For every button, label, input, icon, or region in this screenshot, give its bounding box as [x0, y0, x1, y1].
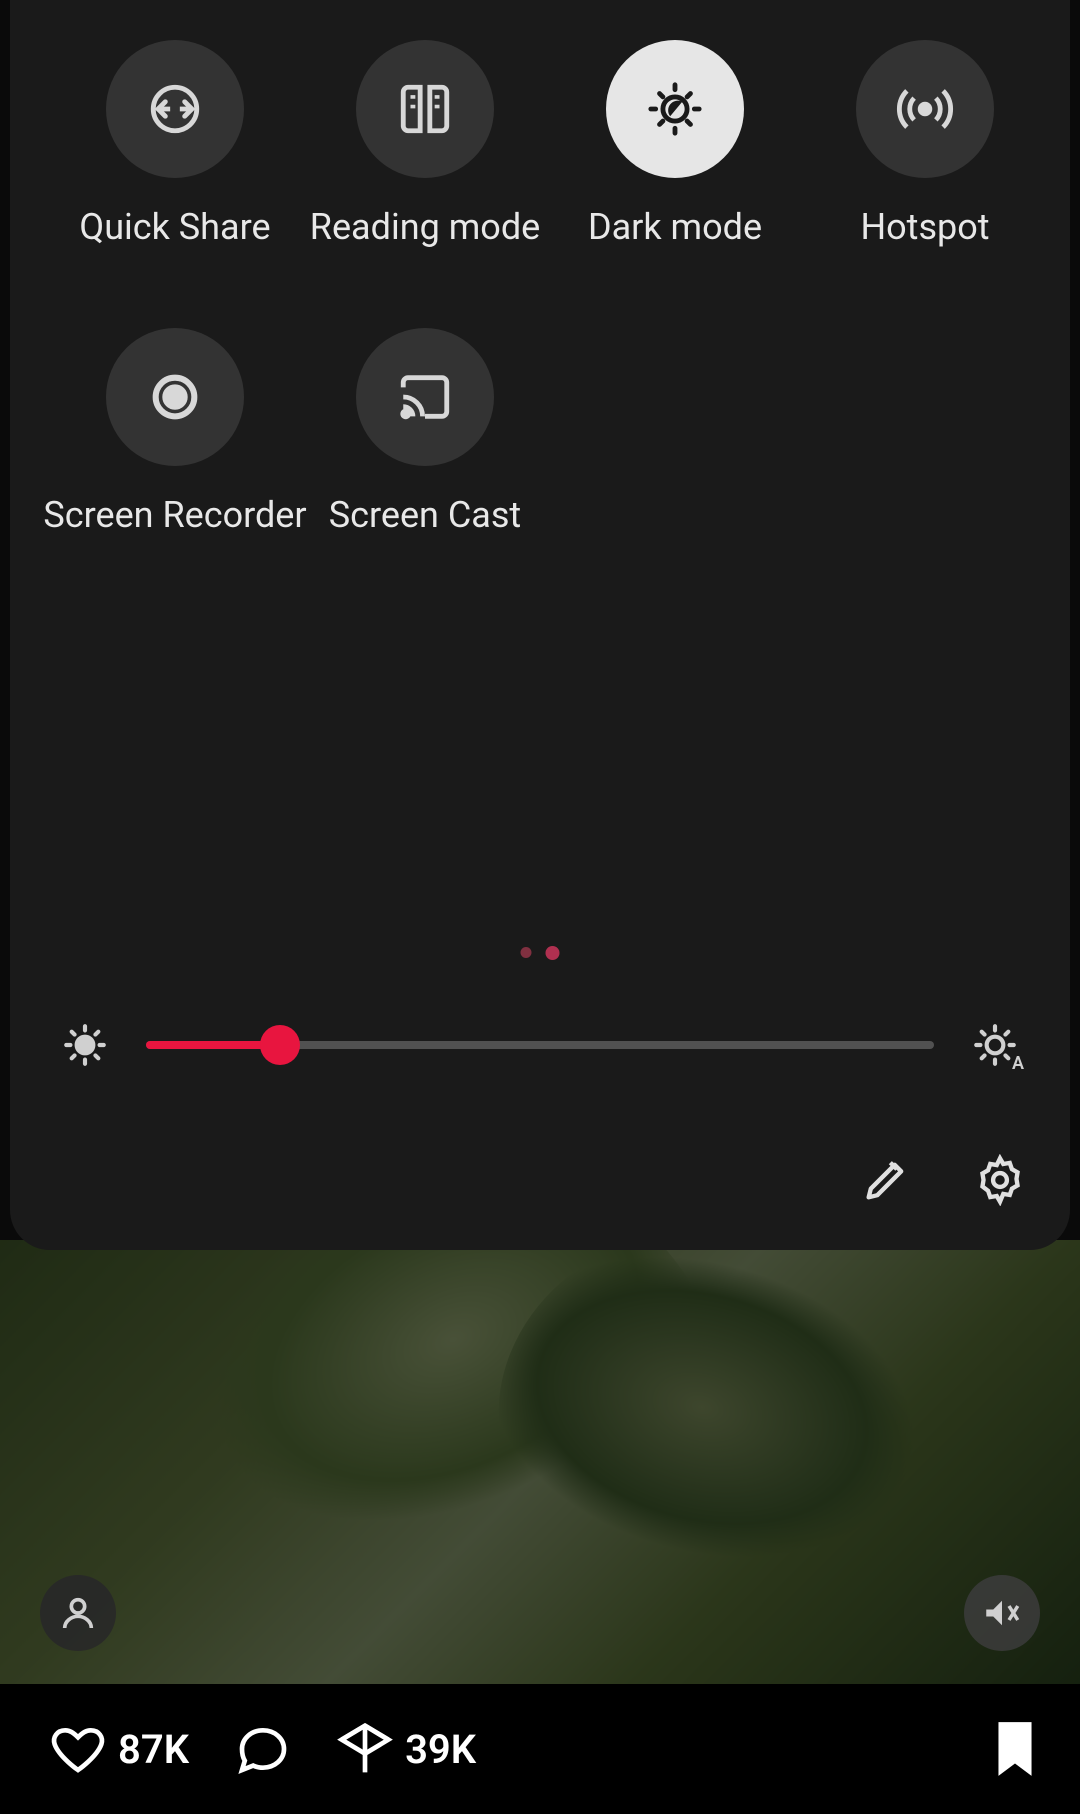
heart-icon: [50, 1721, 106, 1777]
tile-label: Hotspot: [860, 206, 989, 248]
brightness-low-icon: [60, 1020, 110, 1070]
tile-screen-recorder[interactable]: Screen Recorder: [50, 328, 300, 536]
person-icon: [58, 1593, 98, 1633]
page-dot-1: [521, 947, 532, 958]
page-dot-2: [546, 946, 560, 960]
quick-settings-panel: Quick Share Reading mode: [10, 0, 1070, 1250]
share-button[interactable]: 39K: [337, 1721, 476, 1777]
screen-root: 87K 39K: [0, 0, 1080, 1814]
tile-reading-mode[interactable]: Reading mode: [300, 40, 550, 248]
tile-label: Screen Recorder: [43, 494, 306, 536]
tile-screen-cast[interactable]: Screen Cast: [300, 328, 550, 536]
cast-icon: [396, 368, 454, 426]
auto-brightness-icon[interactable]: A: [970, 1020, 1020, 1070]
post-action-bar: 87K 39K: [0, 1684, 1080, 1814]
bookmark-button[interactable]: [990, 1718, 1040, 1780]
record-icon: [146, 368, 204, 426]
comment-button[interactable]: [235, 1721, 291, 1777]
tile-label: Screen Cast: [329, 494, 521, 536]
tile-hotspot[interactable]: Hotspot: [800, 40, 1050, 248]
tile-label: Dark mode: [588, 206, 762, 248]
share-count: 39K: [405, 1726, 476, 1773]
brightness-slider[interactable]: [146, 1041, 934, 1049]
comment-icon: [235, 1721, 291, 1777]
tile-dark-mode[interactable]: Dark mode: [550, 40, 800, 248]
send-icon: [337, 1721, 393, 1777]
bookmark-icon: [990, 1718, 1040, 1780]
like-button[interactable]: 87K: [50, 1721, 189, 1777]
edit-icon: [860, 1154, 912, 1206]
tile-quick-share[interactable]: Quick Share: [50, 40, 300, 248]
mute-button[interactable]: [964, 1575, 1040, 1651]
gear-icon: [974, 1154, 1026, 1206]
brightness-row: A: [60, 1010, 1020, 1080]
post-image-leaves[interactable]: [0, 1240, 1080, 1700]
like-count: 87K: [118, 1726, 189, 1773]
edit-button[interactable]: [856, 1150, 916, 1210]
settings-button[interactable]: [970, 1150, 1030, 1210]
tile-label: Reading mode: [310, 206, 540, 248]
page-indicator[interactable]: [521, 946, 560, 960]
brightness-slider-thumb[interactable]: [260, 1025, 300, 1065]
quick-settings-grid: Quick Share Reading mode: [40, 40, 1040, 536]
share-sync-icon: [146, 80, 204, 138]
volume-off-icon: [981, 1592, 1023, 1634]
quick-settings-actions: [856, 1150, 1030, 1210]
profile-button[interactable]: [40, 1575, 116, 1651]
tile-label: Quick Share: [79, 206, 270, 248]
moon-sun-icon: [646, 80, 704, 138]
hotspot-icon: [896, 80, 954, 138]
book-icon: [396, 80, 454, 138]
